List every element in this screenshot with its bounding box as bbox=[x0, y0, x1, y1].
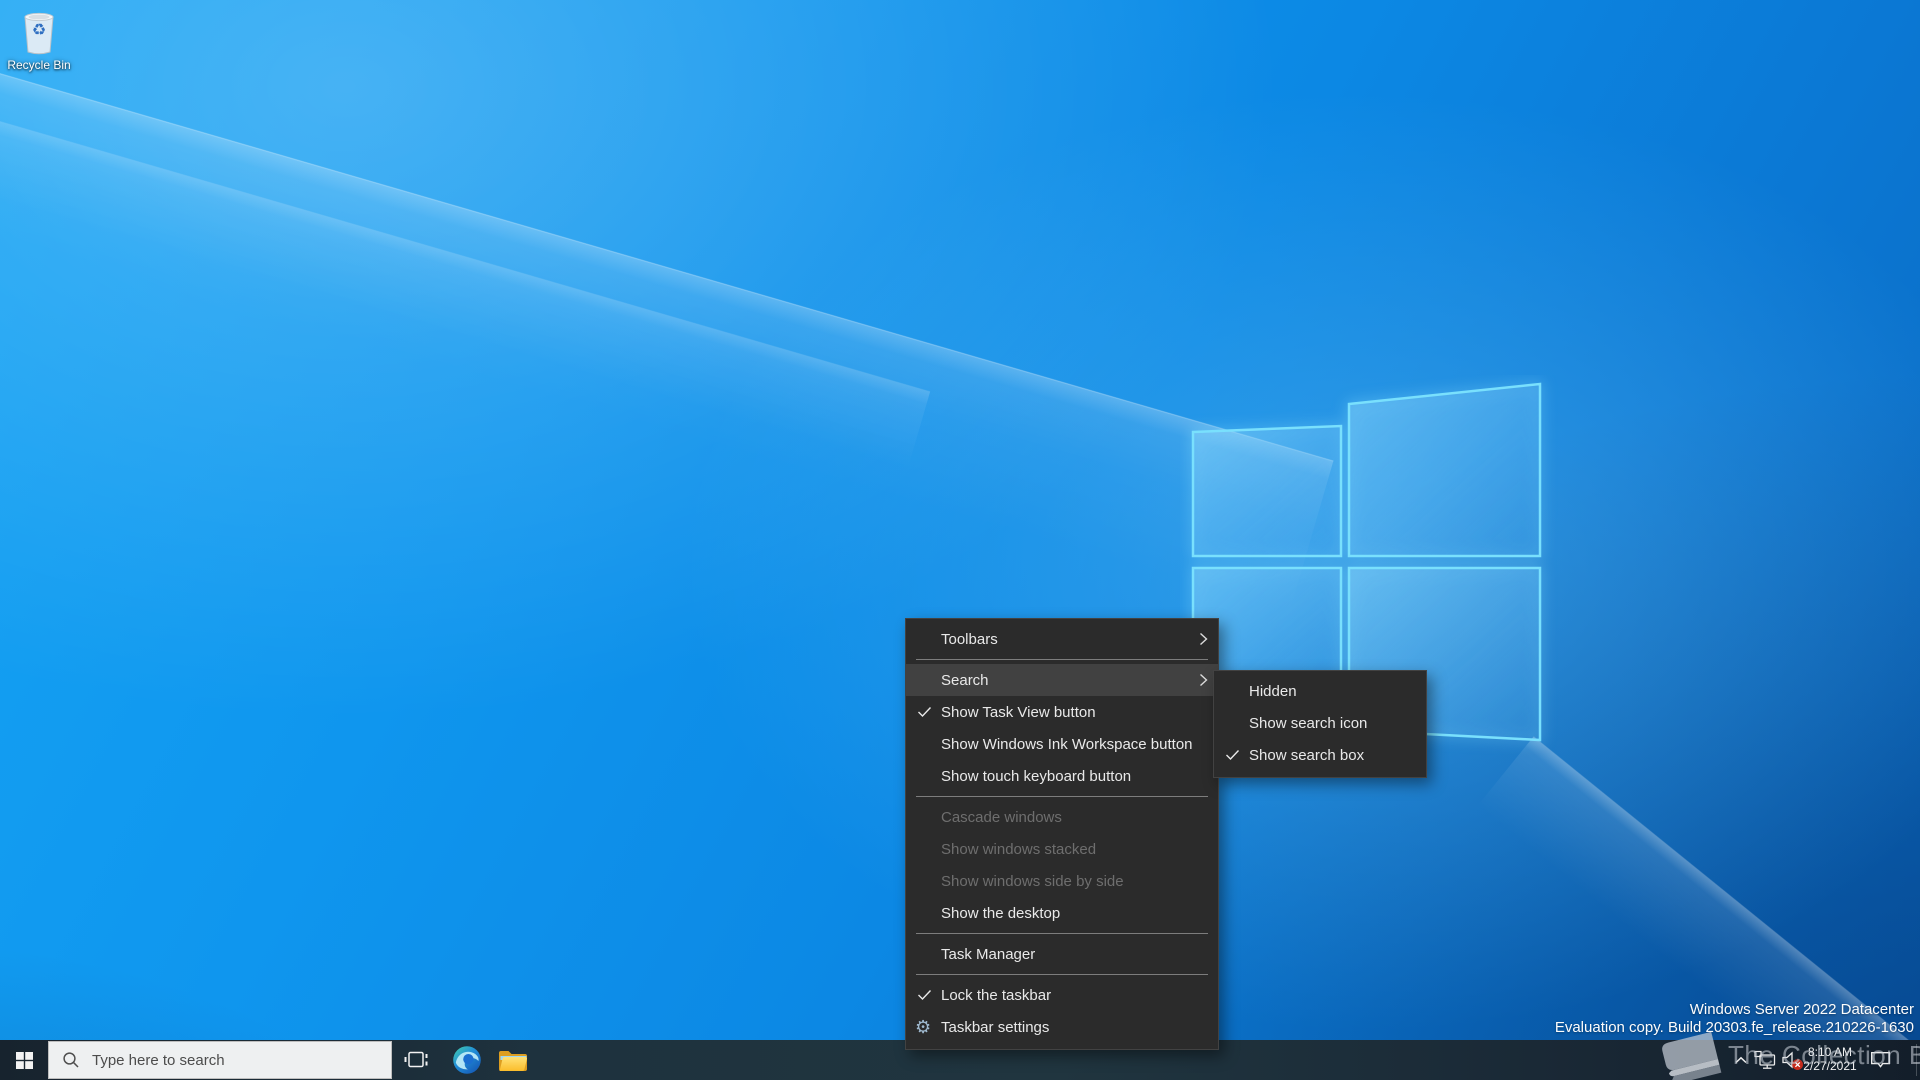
task-view-icon bbox=[404, 1051, 428, 1068]
menu-item-lock-the-taskbar[interactable]: Lock the taskbar bbox=[906, 979, 1218, 1011]
file-explorer-button[interactable] bbox=[490, 1040, 536, 1080]
checkmark-icon bbox=[918, 707, 932, 718]
menu-item-toolbars[interactable]: Toolbars bbox=[906, 623, 1218, 655]
submenu-item-show-search-box[interactable]: Show search box bbox=[1214, 739, 1426, 771]
chevron-up-icon bbox=[1735, 1056, 1747, 1064]
recycle-bin-label: Recycle Bin bbox=[7, 58, 71, 72]
menu-item-label: Search bbox=[941, 671, 989, 689]
watermark-line2: Evaluation copy. Build 20303.fe_release.… bbox=[1554, 1019, 1914, 1036]
submenu-item-hidden[interactable]: Hidden bbox=[1214, 675, 1426, 707]
menu-item-label: Show touch keyboard button bbox=[941, 767, 1132, 785]
taskbar-search-box[interactable] bbox=[48, 1041, 392, 1079]
menu-item-label: Taskbar settings bbox=[941, 1018, 1050, 1036]
submenu-arrow-icon bbox=[1200, 673, 1208, 687]
recycle-bin-desktop-icon[interactable]: ♻ Recycle Bin bbox=[6, 10, 72, 72]
action-center-icon bbox=[1870, 1052, 1890, 1068]
search-submenu: Hidden Show search icon Show search box bbox=[1213, 670, 1427, 778]
checkmark-icon bbox=[918, 990, 932, 1001]
menu-item-label: Task Manager bbox=[941, 945, 1036, 963]
clock-date: 2/27/2021 bbox=[1803, 1059, 1857, 1073]
evaluation-watermark: Windows Server 2022 Datacenter Evaluatio… bbox=[1555, 1001, 1914, 1037]
show-hidden-icons-button[interactable] bbox=[1731, 1040, 1751, 1080]
menu-item-show-windows-stacked: Show windows stacked bbox=[906, 833, 1218, 865]
menu-item-show-windows-side-by-side: Show windows side by side bbox=[906, 865, 1218, 897]
file-explorer-icon bbox=[499, 1050, 528, 1071]
recycle-symbol-icon: ♻ bbox=[31, 22, 47, 39]
clock-time: 8:10 AM bbox=[1807, 1045, 1853, 1059]
taskbar-context-menu: Toolbars Search Show Task View button Sh… bbox=[905, 618, 1219, 1050]
submenu-item-show-search-icon[interactable]: Show search icon bbox=[1214, 707, 1426, 739]
menu-item-label: Cascade windows bbox=[941, 808, 1062, 826]
menu-item-show-the-desktop[interactable]: Show the desktop bbox=[906, 897, 1218, 929]
menu-item-label: Show search icon bbox=[1249, 714, 1368, 732]
desktop[interactable]: ♻ Recycle Bin Windows Server 2022 Datace… bbox=[0, 0, 1920, 1080]
gear-icon: ⚙ bbox=[915, 1017, 932, 1037]
checkmark-icon bbox=[1226, 750, 1240, 761]
windows-start-icon bbox=[15, 1051, 33, 1069]
menu-separator bbox=[916, 796, 1208, 797]
show-desktop-button[interactable] bbox=[1916, 1044, 1917, 1076]
task-view-button[interactable] bbox=[394, 1040, 440, 1080]
menu-separator bbox=[916, 659, 1208, 660]
microsoft-edge-icon bbox=[453, 1046, 481, 1074]
menu-item-label: Hidden bbox=[1249, 682, 1297, 700]
menu-item-label: Show Task View button bbox=[941, 703, 1096, 721]
menu-item-label: Show windows side by side bbox=[941, 872, 1124, 890]
menu-item-show-task-view-button[interactable]: Show Task View button bbox=[906, 696, 1218, 728]
light-beam bbox=[0, 112, 931, 545]
watermark-line1: Windows Server 2022 Datacenter bbox=[1689, 1001, 1914, 1018]
menu-item-show-windows-ink-workspace-button[interactable]: Show Windows Ink Workspace button bbox=[906, 728, 1218, 760]
search-input[interactable] bbox=[90, 1050, 354, 1070]
action-center-button[interactable] bbox=[1866, 1040, 1894, 1080]
microsoft-edge-button[interactable] bbox=[444, 1040, 490, 1080]
wired-network-icon bbox=[1754, 1050, 1776, 1069]
menu-item-search[interactable]: Search bbox=[906, 664, 1218, 696]
menu-item-label: Show search box bbox=[1249, 746, 1365, 764]
search-icon bbox=[63, 1052, 79, 1068]
start-button[interactable] bbox=[0, 1040, 48, 1080]
menu-item-label: Toolbars bbox=[941, 630, 998, 648]
menu-separator bbox=[916, 933, 1208, 934]
menu-item-show-touch-keyboard-button[interactable]: Show touch keyboard button bbox=[906, 760, 1218, 792]
menu-item-cascade-windows: Cascade windows bbox=[906, 801, 1218, 833]
taskbar-clock[interactable]: 8:10 AM 2/27/2021 bbox=[1798, 1045, 1862, 1073]
menu-item-label: Show Windows Ink Workspace button bbox=[941, 735, 1193, 753]
menu-item-label: Show windows stacked bbox=[941, 840, 1097, 858]
menu-separator bbox=[916, 974, 1208, 975]
menu-item-label: Lock the taskbar bbox=[941, 986, 1052, 1004]
network-tray-button[interactable] bbox=[1753, 1040, 1777, 1080]
submenu-arrow-icon bbox=[1200, 632, 1208, 646]
menu-item-task-manager[interactable]: Task Manager bbox=[906, 938, 1218, 970]
menu-item-taskbar-settings[interactable]: ⚙ Taskbar settings bbox=[906, 1011, 1218, 1043]
menu-item-label: Show the desktop bbox=[941, 904, 1061, 922]
